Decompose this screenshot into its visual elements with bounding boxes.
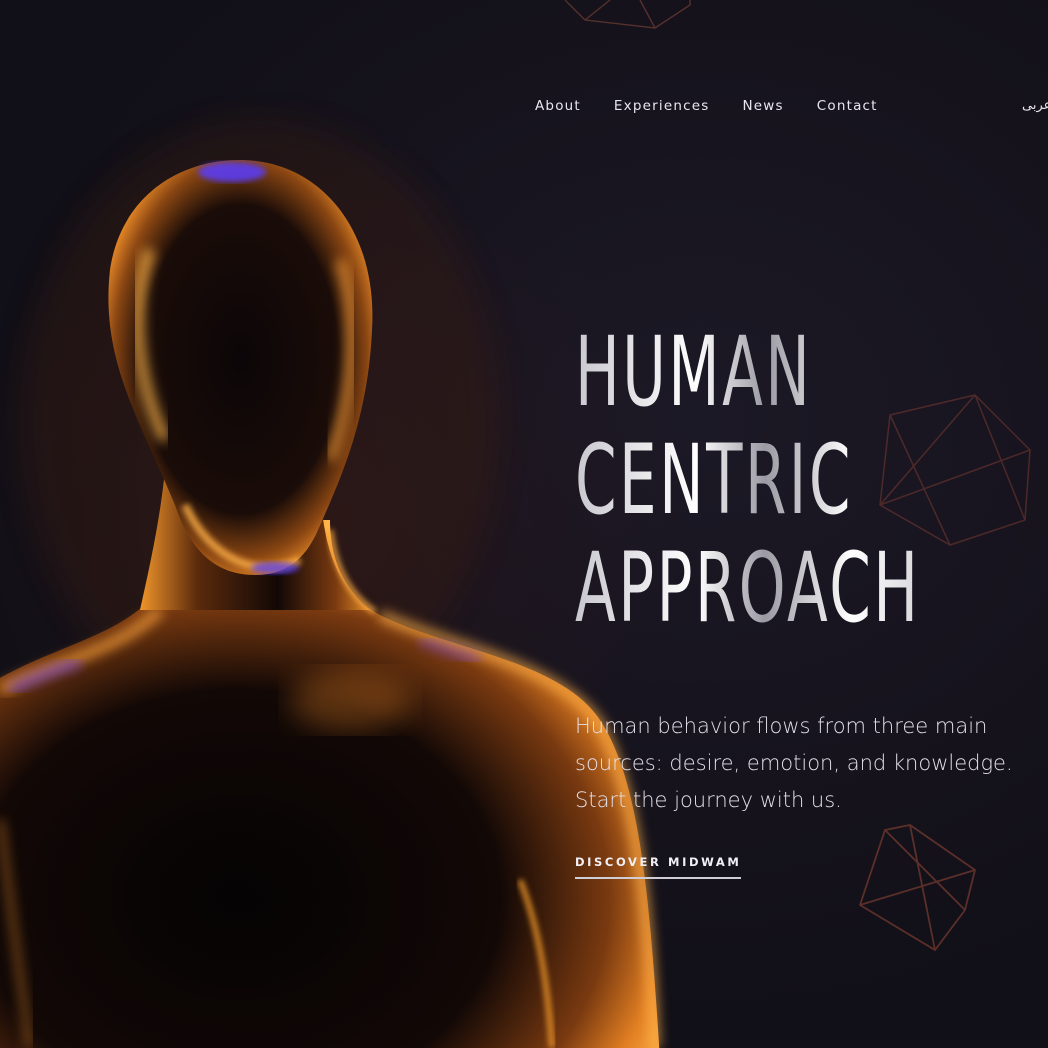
headline-line-1: HUMAN [575, 318, 920, 426]
headline-line-3: APPROACH [575, 532, 921, 644]
wireframe-shape-bottom [858, 824, 977, 952]
hero-description: Human behavior flows from three main sou… [575, 714, 1013, 812]
headline-line-2: CENTRIC [575, 426, 920, 534]
discover-button[interactable]: DISCOVER MIDWAM [575, 855, 742, 879]
nav-link-experiences[interactable]: Experiences [614, 96, 710, 116]
hero-section: About Experiences News Contact عربی HUMA… [0, 0, 1048, 1048]
nav-link-contact[interactable]: Contact [817, 96, 878, 116]
wireframe-shape-top [564, 0, 691, 29]
nav-link-about[interactable]: About [535, 96, 581, 116]
nav-link-news[interactable]: News [742, 96, 783, 116]
main-navigation: About Experiences News Contact [535, 96, 911, 116]
hero-headline: HUMAN CENTRIC APPROACH [575, 318, 920, 642]
language-switch-link[interactable]: عربی [1022, 96, 1048, 116]
